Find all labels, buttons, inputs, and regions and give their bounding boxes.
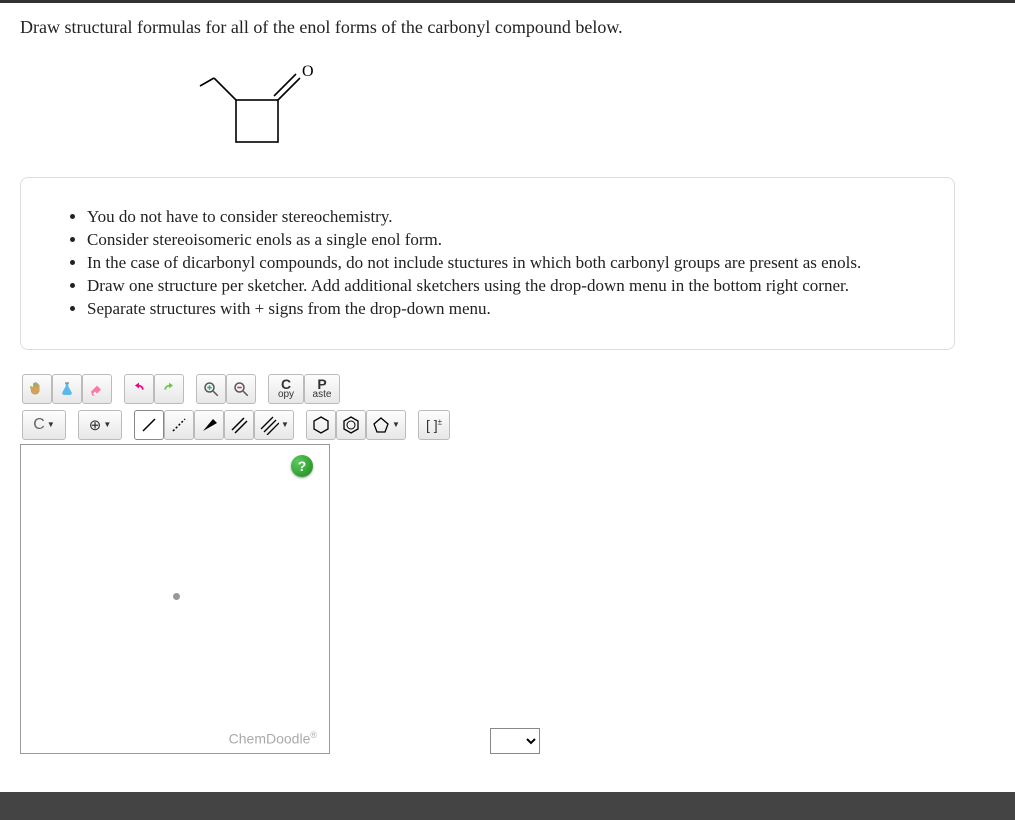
chevron-down-icon: ▼ xyxy=(281,420,289,429)
eraser-icon xyxy=(88,381,106,397)
help-icon: ? xyxy=(298,458,307,474)
sketcher-bottom-row: ? ChemDoodle® xyxy=(20,442,995,754)
ring-picker[interactable]: ▼ xyxy=(366,410,406,440)
chemdoodle-brand: ChemDoodle® xyxy=(229,730,317,747)
recessed-bond-tool[interactable] xyxy=(164,410,194,440)
double-bond-icon xyxy=(229,415,249,435)
question-text: Draw structural formulas for all of the … xyxy=(20,17,995,38)
sketch-canvas[interactable]: ? ChemDoodle® xyxy=(20,444,330,754)
element-picker[interactable]: C ▼ xyxy=(22,410,66,440)
zoom-out-icon xyxy=(232,380,250,398)
clear-tool[interactable] xyxy=(52,374,82,404)
question-content: Draw structural formulas for all of the … xyxy=(0,3,1015,774)
single-bond-tool[interactable] xyxy=(134,410,164,440)
benzene-tool[interactable] xyxy=(336,410,366,440)
toolbar-row-2: C ▼ ⊕ ▼ xyxy=(20,408,995,442)
instruction-item: In the case of dicarbonyl compounds, do … xyxy=(87,252,914,275)
benzene-icon xyxy=(341,415,361,435)
wedge-bond-tool[interactable] xyxy=(194,410,224,440)
instruction-item: Draw one structure per sketcher. Add add… xyxy=(87,275,914,298)
pan-tool[interactable] xyxy=(22,374,52,404)
triple-bond-tool[interactable]: ▼ xyxy=(254,410,294,440)
zoom-out-tool[interactable] xyxy=(226,374,256,404)
redo-icon xyxy=(160,382,178,396)
charge-label: ⊕ xyxy=(89,416,102,434)
copy-label-small: opy xyxy=(278,390,294,399)
dashed-bond-icon xyxy=(169,415,189,435)
instructions-box: You do not have to consider stereochemis… xyxy=(20,177,955,350)
hexagon-icon xyxy=(311,415,331,435)
redo-tool[interactable] xyxy=(154,374,184,404)
double-bond-tool[interactable] xyxy=(224,410,254,440)
bracket-tool[interactable]: [ ]± xyxy=(418,410,450,440)
chevron-down-icon: ▼ xyxy=(103,420,111,429)
paste-tool[interactable]: P aste xyxy=(304,374,340,404)
zoom-in-tool[interactable] xyxy=(196,374,226,404)
help-button[interactable]: ? xyxy=(291,455,313,477)
flask-icon xyxy=(59,380,75,398)
chevron-down-icon: ▼ xyxy=(392,420,400,429)
molecule-structure: O xyxy=(190,54,330,154)
element-label: C xyxy=(33,416,45,434)
undo-tool[interactable] xyxy=(124,374,154,404)
triple-bond-icon xyxy=(259,415,279,435)
hand-icon xyxy=(28,380,46,398)
chevron-down-icon: ▼ xyxy=(47,420,55,429)
instruction-item: You do not have to consider stereochemis… xyxy=(87,206,914,229)
sketcher-widget: C opy P aste C ▼ ⊕ ▼ xyxy=(20,372,995,754)
paste-label-small: aste xyxy=(313,390,332,399)
oxygen-label: O xyxy=(302,63,314,80)
undo-icon xyxy=(130,382,148,396)
cyclohexane-tool[interactable] xyxy=(306,410,336,440)
bracket-icon: [ ]± xyxy=(426,417,442,433)
canvas-origin-dot xyxy=(173,593,180,600)
add-sketcher-dropdown[interactable] xyxy=(490,728,540,754)
instructions-list: You do not have to consider stereochemis… xyxy=(79,206,914,321)
charge-picker[interactable]: ⊕ ▼ xyxy=(78,410,122,440)
erase-tool[interactable] xyxy=(82,374,112,404)
single-bond-icon xyxy=(139,415,159,435)
wedge-bond-icon xyxy=(199,415,219,435)
pentagon-icon xyxy=(372,416,390,434)
toolbar-row-1: C opy P aste xyxy=(20,372,995,406)
zoom-in-icon xyxy=(202,380,220,398)
instruction-item: Consider stereoisomeric enols as a singl… xyxy=(87,229,914,252)
copy-tool[interactable]: C opy xyxy=(268,374,304,404)
instruction-item: Separate structures with + signs from th… xyxy=(87,298,914,321)
